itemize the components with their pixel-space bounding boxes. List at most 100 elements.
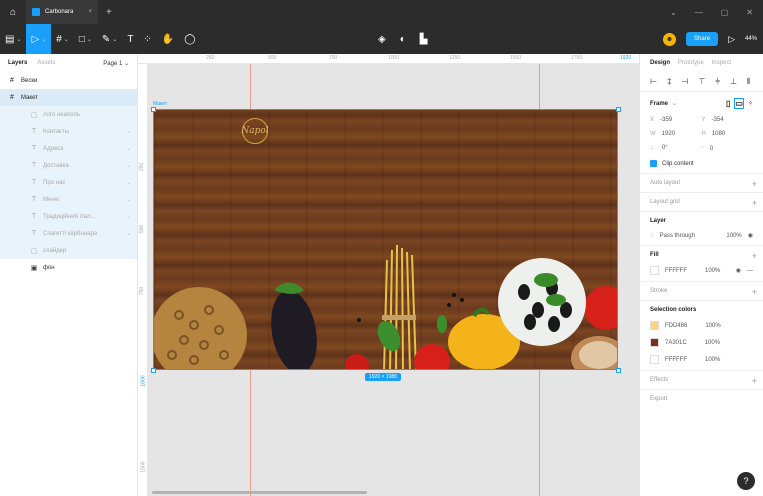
layer-child[interactable]: ▣ фон — [0, 259, 137, 276]
chevron-down-icon[interactable]: ⌄ — [670, 8, 677, 17]
layer-child[interactable]: T Адреса ⌄ — [0, 140, 137, 157]
ruler-tick: 1920 — [620, 55, 632, 61]
main-menu-icon[interactable]: ▤ ⌄ — [0, 24, 26, 54]
resize-handle[interactable] — [151, 107, 156, 112]
layer-item[interactable]: # Вески — [0, 72, 137, 89]
mask-icon[interactable]: ◐ — [400, 34, 406, 45]
color-swatch[interactable] — [650, 338, 659, 347]
present-icon[interactable]: ▷ — [728, 34, 735, 45]
layer-child[interactable]: T Спагетті карбонара ⌄ — [0, 225, 137, 242]
share-button[interactable]: Share — [686, 32, 719, 46]
clip-content-checkbox[interactable]: Clip content — [650, 160, 753, 167]
add-effect-icon[interactable]: + — [752, 376, 757, 386]
page-selector[interactable]: Page 1 ⌄ — [103, 60, 129, 67]
fill-swatch[interactable] — [650, 266, 659, 275]
layer-child[interactable]: T Доставка ⌄ — [0, 157, 137, 174]
color-swatch[interactable] — [650, 321, 659, 330]
resize-handle[interactable] — [151, 368, 156, 373]
layer-child[interactable]: ▢ лого неаполь — [0, 106, 137, 123]
comment-tool-icon[interactable]: ◯ — [179, 24, 200, 54]
help-button[interactable]: ? — [737, 472, 755, 490]
distribute-icon[interactable]: ⫴ — [747, 77, 750, 87]
add-fill-icon[interactable]: + — [752, 251, 757, 261]
frame-title[interactable]: Frame — [650, 101, 668, 107]
avatar[interactable]: ☻ — [663, 32, 677, 46]
home-icon[interactable]: ⌂ — [0, 0, 26, 24]
align-center-icon[interactable]: ‡ — [667, 77, 671, 86]
align-bottom-icon[interactable]: ⊥ — [730, 77, 737, 86]
add-layout-grid-icon[interactable]: + — [752, 198, 757, 208]
chevron-down-icon[interactable]: ⌄ — [126, 230, 131, 237]
resize-handle[interactable] — [616, 107, 621, 112]
color-swatch[interactable] — [650, 355, 659, 364]
fill-opacity[interactable]: 100% — [705, 268, 720, 274]
x-field[interactable]: X -359 — [650, 117, 702, 123]
align-middle-icon[interactable]: ⫩ — [715, 77, 720, 87]
height-field[interactable]: H 1080 — [702, 131, 754, 137]
group-icon: ▢ — [30, 247, 38, 255]
ruler-tick: 1500 — [510, 55, 522, 61]
components-icon[interactable]: ◈ — [378, 34, 386, 45]
tab-assets[interactable]: Assets — [37, 60, 55, 66]
layer-child[interactable]: T Про нас ⌄ — [0, 174, 137, 191]
tab-design[interactable]: Design — [650, 60, 670, 66]
minimize-icon[interactable]: — — [695, 8, 703, 17]
fill-hex[interactable]: FFFFFF — [665, 268, 687, 274]
boolean-icon[interactable]: ▙ — [420, 34, 428, 45]
move-tool-icon[interactable]: ▷ ⌄ — [26, 24, 52, 54]
new-tab-button[interactable]: + — [106, 7, 112, 18]
align-left-icon[interactable]: ⊢ — [650, 77, 657, 86]
eye-icon[interactable]: ◉ — [736, 267, 741, 274]
add-auto-layout-icon[interactable]: + — [752, 179, 757, 189]
chevron-down-icon[interactable]: ⌄ — [126, 179, 131, 186]
align-top-icon[interactable]: ⊤ — [698, 77, 705, 86]
y-field[interactable]: Y -354 — [702, 117, 754, 123]
selected-frame[interactable]: Napol — [153, 109, 618, 370]
tab-prototype[interactable]: Prototype — [678, 60, 704, 66]
close-window-icon[interactable]: ✕ — [746, 8, 753, 17]
shape-tool-icon[interactable]: □ ⌄ — [74, 24, 97, 54]
align-right-icon[interactable]: ⊣ — [681, 77, 688, 86]
frame-tool-icon[interactable]: # ⌄ — [51, 24, 74, 54]
pen-tool-icon[interactable]: ✎ ⌄ — [97, 24, 122, 54]
zoom-level[interactable]: 44% — [745, 36, 757, 42]
tab-inspect[interactable]: Inspect — [712, 60, 731, 66]
text-tool-icon[interactable]: T — [122, 24, 138, 54]
layer-child[interactable]: T Традиційний італ... ⌄ — [0, 208, 137, 225]
close-tab-icon[interactable]: × — [88, 9, 92, 15]
layer-item-selected[interactable]: # Макет — [0, 89, 137, 106]
ruler-tick: 1250 — [449, 55, 461, 61]
chevron-down-icon[interactable]: ⌄ — [126, 145, 131, 152]
rotation-field[interactable]: ∟ 0° — [650, 145, 702, 152]
landscape-icon[interactable]: ▭ — [734, 98, 744, 109]
tab-layers[interactable]: Layers — [8, 60, 27, 66]
width-field[interactable]: W 1920 — [650, 131, 702, 137]
layer-child[interactable]: T Меню ⌄ — [0, 191, 137, 208]
chevron-down-icon[interactable]: ⌄ — [672, 100, 677, 107]
canvas[interactable]: Макет Napol 1920 × 1080 — [148, 64, 639, 496]
layer-opacity[interactable]: 100% — [726, 233, 741, 239]
maximize-icon[interactable]: ▢ — [721, 8, 729, 17]
radius-field[interactable]: ◜ 0 — [702, 145, 754, 152]
layer-label: Традиційний італ... — [43, 213, 96, 220]
horizontal-scrollbar[interactable] — [152, 491, 367, 494]
eye-icon[interactable]: ◉ — [748, 232, 753, 239]
hand-tool-icon[interactable]: ✋ — [157, 24, 179, 54]
chevron-down-icon[interactable]: ⌄ — [126, 128, 131, 135]
selection-color-row[interactable]: 7A301C 100% — [650, 338, 753, 347]
portrait-icon[interactable]: ▯ — [726, 99, 730, 108]
layer-child[interactable]: T Контакты ⌄ — [0, 123, 137, 140]
add-stroke-icon[interactable]: + — [752, 287, 757, 297]
resources-icon[interactable]: ⁘ — [138, 24, 156, 54]
file-tab[interactable]: Carbonara × — [26, 0, 98, 24]
selection-color-row[interactable]: FFFFFF 100% — [650, 355, 753, 364]
chevron-down-icon[interactable]: ⌄ — [126, 213, 131, 220]
blend-mode-select[interactable]: Pass through — [660, 233, 695, 239]
resize-to-fit-icon[interactable]: ⁘ — [748, 100, 753, 107]
resize-handle[interactable] — [616, 368, 621, 373]
layer-child[interactable]: ▢ слайдер — [0, 242, 137, 259]
chevron-down-icon[interactable]: ⌄ — [126, 196, 131, 203]
remove-fill-icon[interactable]: — — [747, 268, 753, 274]
selection-color-row[interactable]: FDD486 100% — [650, 321, 753, 330]
chevron-down-icon[interactable]: ⌄ — [126, 162, 131, 169]
